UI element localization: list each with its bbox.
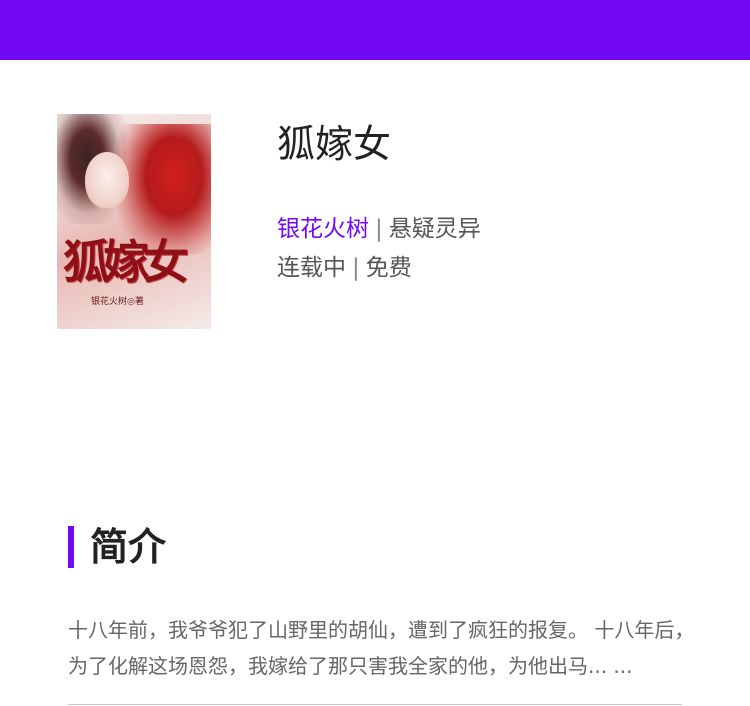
cover-art-face xyxy=(85,152,129,208)
status-label: 连载中 xyxy=(277,255,346,281)
book-cover-image[interactable]: 狐嫁女 银花火树◎著 xyxy=(57,114,211,329)
divider xyxy=(68,704,682,705)
meta-separator: | xyxy=(375,216,383,242)
book-meta-status-price: 连载中 | 免费 xyxy=(277,252,412,284)
cover-title-art: 狐嫁女 xyxy=(63,235,189,289)
book-meta-author-genre: 银花火树 | 悬疑灵异 xyxy=(277,213,481,245)
cover-author-art: 银花火树◎著 xyxy=(91,297,144,307)
genre-label: 悬疑灵异 xyxy=(388,216,481,242)
meta-separator: | xyxy=(352,255,360,281)
book-title: 狐嫁女 xyxy=(277,122,392,166)
section-accent-bar xyxy=(68,526,74,568)
author-link[interactable]: 银花火树 xyxy=(277,216,369,242)
intro-heading: 简介 xyxy=(90,525,167,569)
price-label: 免费 xyxy=(365,255,412,281)
intro-description[interactable]: 十八年前，我爷爷犯了山野里的胡仙，遭到了疯狂的报复。 十八年后，为了化解这场恩怨… xyxy=(68,612,698,684)
top-header-bar xyxy=(0,0,750,60)
